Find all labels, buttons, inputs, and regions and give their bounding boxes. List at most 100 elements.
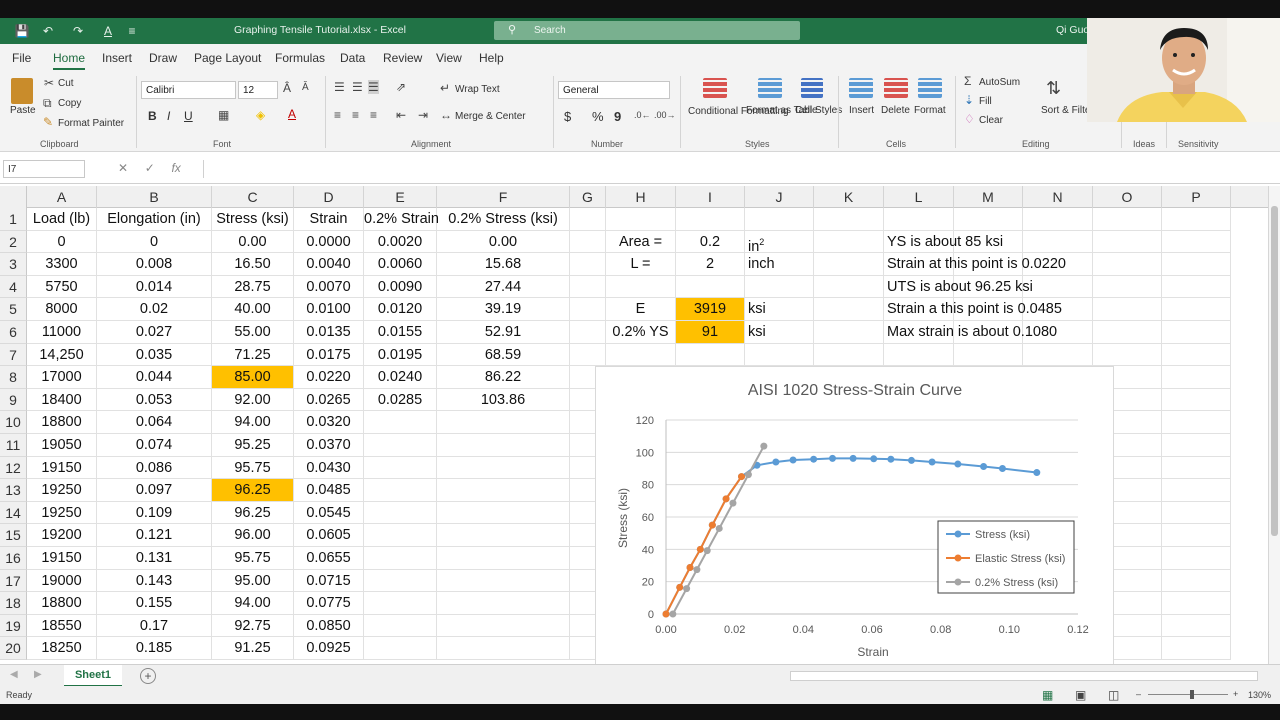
merge-center-button[interactable]: Merge & Center xyxy=(455,111,526,122)
borders-icon[interactable]: ▦ xyxy=(218,108,229,122)
sort-filter-button[interactable]: Sort & Filter xyxy=(1041,105,1094,116)
table-cell[interactable]: 27.44 xyxy=(437,275,570,299)
row-header-1[interactable]: 1 xyxy=(0,208,27,231)
font-size-dropdown[interactable]: 12 xyxy=(238,81,278,99)
table-cell[interactable]: 0.0040 xyxy=(294,253,364,276)
wrap-text-button[interactable]: Wrap Text xyxy=(455,84,500,95)
table-cell[interactable]: 0.097 xyxy=(97,479,212,502)
table-cell[interactable]: 52.91 xyxy=(437,321,570,344)
table-cell[interactable]: 18800 xyxy=(27,411,97,434)
empty-cell[interactable] xyxy=(437,637,570,660)
tab-home[interactable]: Home xyxy=(53,51,86,70)
column-header-g[interactable]: G xyxy=(570,186,606,208)
empty-cell[interactable] xyxy=(884,208,954,231)
empty-cell[interactable] xyxy=(1093,208,1162,231)
row-header-6[interactable]: 6 xyxy=(0,321,27,344)
cell-styles-button[interactable]: Cell Styles xyxy=(795,105,842,116)
sheet-tab-sheet1[interactable]: Sheet1 xyxy=(64,665,122,687)
table-cell[interactable]: 91.25 xyxy=(212,637,294,660)
table-header-cell[interactable]: Elongation (in) xyxy=(97,208,212,231)
column-header-b[interactable]: B xyxy=(97,186,212,208)
empty-cell[interactable] xyxy=(1162,524,1231,547)
vertical-scrollbar[interactable] xyxy=(1268,186,1280,664)
area-label[interactable]: Area = xyxy=(606,230,676,254)
align-right-icon[interactable]: ≡ xyxy=(370,108,377,122)
row-header-10[interactable]: 10 xyxy=(0,411,27,434)
column-header-m[interactable]: M xyxy=(954,186,1023,208)
tab-insert[interactable]: Insert xyxy=(102,51,132,65)
decrease-decimal-icon[interactable]: .00→ xyxy=(654,110,676,120)
empty-cell[interactable] xyxy=(1023,208,1093,231)
fill-color-icon[interactable]: ◈ xyxy=(256,108,265,122)
length-unit[interactable]: inch xyxy=(745,253,814,276)
empty-cell[interactable] xyxy=(954,208,1023,231)
column-header-h[interactable]: H xyxy=(606,186,676,208)
area-value[interactable]: 0.2 xyxy=(676,230,745,254)
table-cell[interactable]: 19150 xyxy=(27,456,97,480)
modulus-value[interactable]: 3919 xyxy=(676,298,745,321)
customize-toolbar-icon[interactable]: ≡ xyxy=(124,23,140,39)
note-cell[interactable]: Strain at this point is 0.0220 xyxy=(884,253,1066,276)
cancel-icon[interactable]: ✕ xyxy=(118,161,128,175)
empty-cell[interactable] xyxy=(1162,592,1231,615)
empty-cell[interactable] xyxy=(364,524,437,547)
table-cell[interactable]: 18250 xyxy=(27,637,97,660)
table-cell[interactable]: 3300 xyxy=(27,253,97,276)
row-header-20[interactable]: 20 xyxy=(0,637,27,660)
page-layout-view-icon[interactable]: ▣ xyxy=(1075,688,1086,702)
row-header-4[interactable]: 4 xyxy=(0,275,27,299)
column-header-l[interactable]: L xyxy=(884,186,954,208)
name-box[interactable]: I7 xyxy=(3,160,85,178)
table-cell[interactable]: 0.0655 xyxy=(294,547,364,570)
table-cell[interactable]: 0.0090 xyxy=(364,275,437,299)
table-cell[interactable]: 0.0175 xyxy=(294,343,364,367)
add-sheet-icon[interactable]: + xyxy=(140,668,156,684)
table-cell[interactable]: 96.25 xyxy=(212,501,294,525)
row-header-11[interactable]: 11 xyxy=(0,434,27,457)
table-cell[interactable]: 103.86 xyxy=(437,388,570,412)
row-header-16[interactable]: 16 xyxy=(0,547,27,570)
table-cell[interactable]: 40.00 xyxy=(212,298,294,321)
zoom-out-icon[interactable]: – xyxy=(1136,689,1141,699)
table-cell[interactable]: 19150 xyxy=(27,547,97,570)
empty-cell[interactable] xyxy=(954,343,1023,367)
empty-cell[interactable] xyxy=(1162,479,1231,502)
empty-cell[interactable] xyxy=(1162,501,1231,525)
empty-cell[interactable] xyxy=(437,456,570,480)
table-cell[interactable]: 19250 xyxy=(27,501,97,525)
enter-icon[interactable]: ✓ xyxy=(145,161,155,175)
empty-cell[interactable] xyxy=(1023,343,1093,367)
empty-cell[interactable] xyxy=(1162,456,1231,480)
empty-cell[interactable] xyxy=(814,321,884,344)
table-header-cell[interactable]: 0.2% Stress (ksi) xyxy=(437,208,570,231)
yield-strength-label[interactable]: 0.2% YS xyxy=(606,321,676,344)
table-cell[interactable]: 0.0485 xyxy=(294,479,364,502)
underline-button[interactable]: U xyxy=(184,109,193,123)
tab-formulas[interactable]: Formulas xyxy=(275,51,325,65)
note-cell[interactable]: YS is about 85 ksi xyxy=(884,231,1003,254)
table-cell[interactable]: 95.00 xyxy=(212,569,294,593)
decrease-font-icon[interactable]: Ǎ xyxy=(302,82,309,93)
number-format-dropdown[interactable]: General xyxy=(558,81,670,99)
table-cell[interactable]: 0.053 xyxy=(97,388,212,412)
format-painter-button[interactable]: Format Painter xyxy=(58,118,124,129)
empty-cell[interactable] xyxy=(437,547,570,570)
empty-cell[interactable] xyxy=(364,547,437,570)
empty-cell[interactable] xyxy=(437,411,570,434)
table-cell[interactable]: 92.00 xyxy=(212,388,294,412)
table-cell[interactable]: 15.68 xyxy=(437,253,570,276)
table-cell[interactable]: 92.75 xyxy=(212,614,294,638)
table-cell[interactable]: 39.19 xyxy=(437,298,570,321)
zoom-slider[interactable] xyxy=(1148,694,1228,695)
column-header-a[interactable]: A xyxy=(27,186,97,208)
row-header-5[interactable]: 5 xyxy=(0,298,27,321)
empty-cell[interactable] xyxy=(676,275,745,299)
table-cell[interactable]: 0.014 xyxy=(97,275,212,299)
table-cell[interactable]: 0.109 xyxy=(97,501,212,525)
empty-cell[interactable] xyxy=(1093,253,1162,276)
empty-cell[interactable] xyxy=(1162,343,1231,367)
row-header-13[interactable]: 13 xyxy=(0,479,27,502)
row-header-7[interactable]: 7 xyxy=(0,343,27,367)
table-cell[interactable]: 0.0545 xyxy=(294,501,364,525)
empty-cell[interactable] xyxy=(570,208,606,231)
